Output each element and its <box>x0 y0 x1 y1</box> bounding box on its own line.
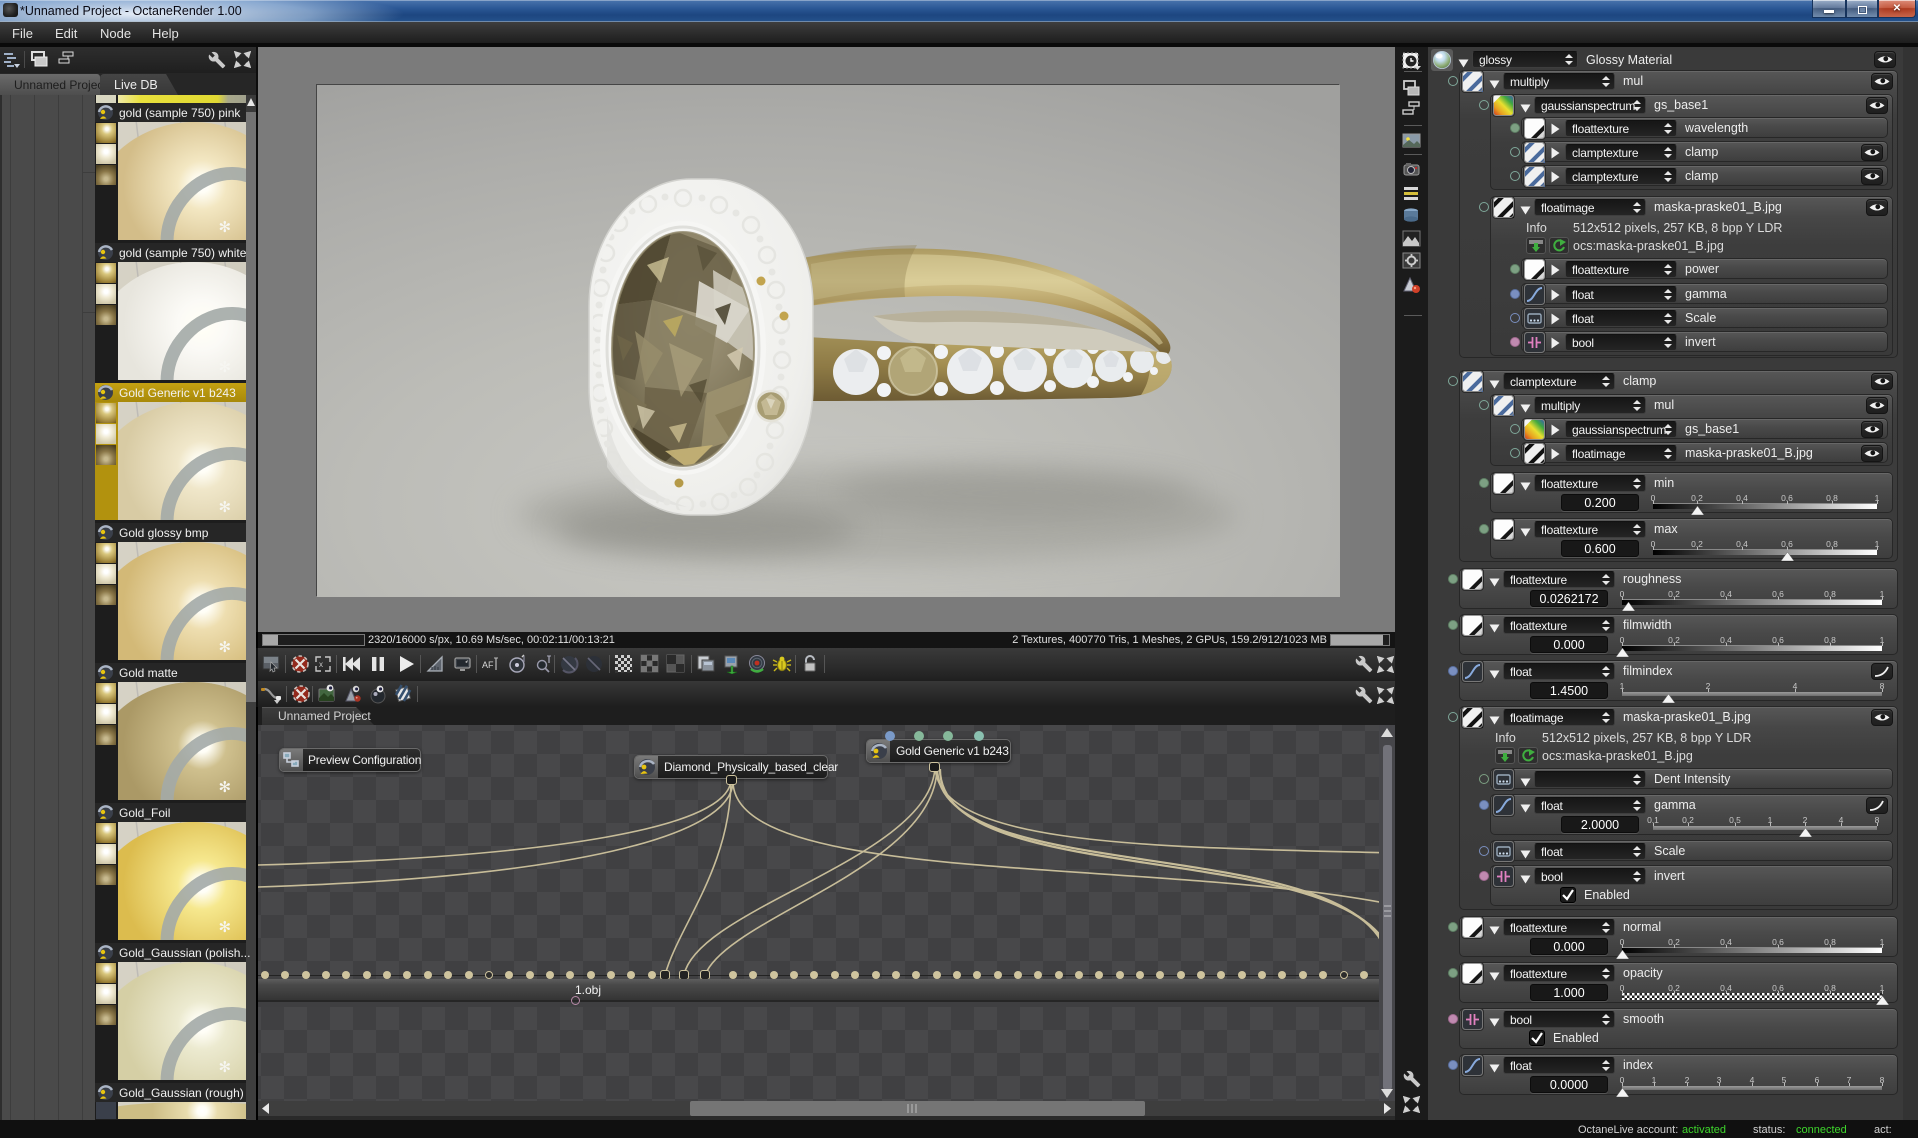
svg-text:x: x <box>319 660 323 669</box>
svg-text:AF: AF <box>482 660 494 670</box>
